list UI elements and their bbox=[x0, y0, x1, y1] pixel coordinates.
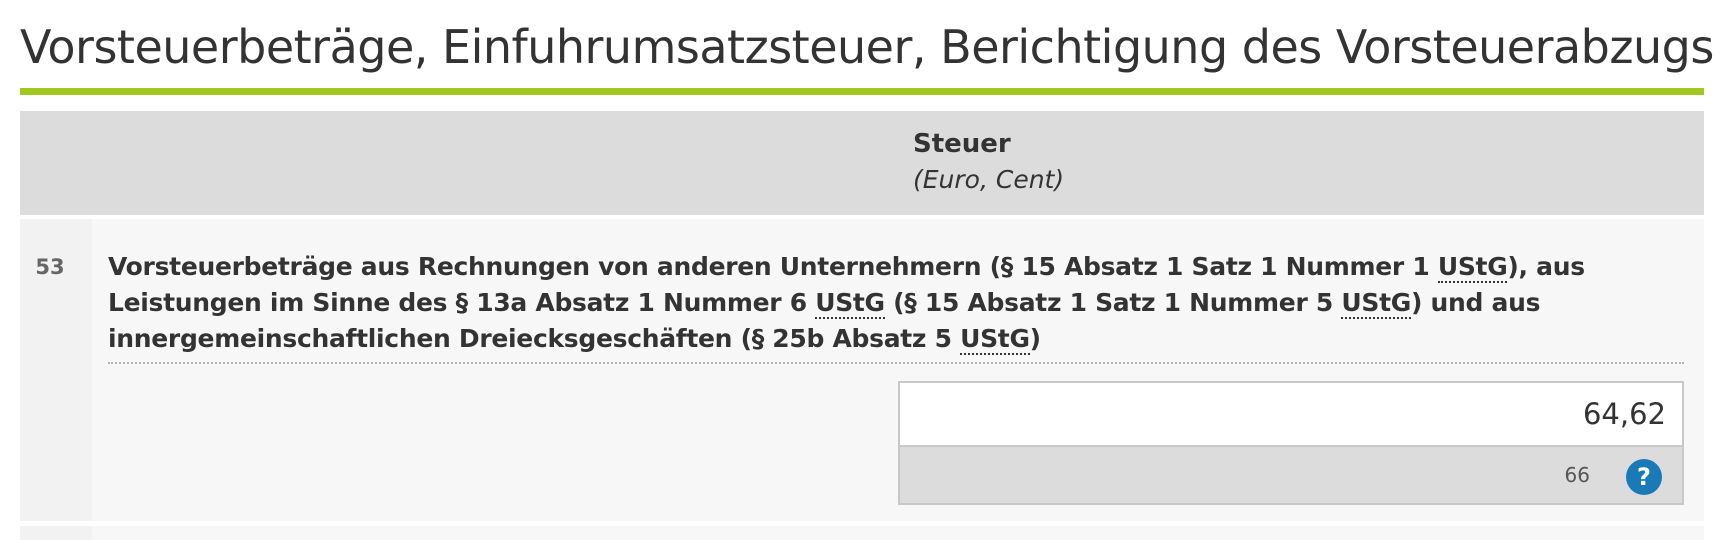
field-code: 66 bbox=[1564, 463, 1590, 487]
form-row-53: 53 Vorsteuerbeträge aus Rechnungen von a… bbox=[20, 219, 1704, 521]
column-header-unit: (Euro, Cent) bbox=[913, 165, 1065, 194]
column-header: Steuer (Euro, Cent) bbox=[20, 111, 1704, 215]
row-number-column: 53 bbox=[20, 219, 92, 521]
amount-input[interactable] bbox=[900, 383, 1682, 447]
row-number: 53 bbox=[35, 255, 65, 279]
section-title: Vorsteuerbeträge, Einfuhrumsatzsteuer, B… bbox=[20, 20, 1714, 74]
abbr-ustg[interactable]: UStG bbox=[1341, 288, 1411, 319]
amount-field: 66 ? bbox=[898, 381, 1684, 505]
abbr-ustg[interactable]: UStG bbox=[1437, 252, 1508, 283]
next-row-partial bbox=[20, 526, 1704, 540]
abbr-ustg[interactable]: UStG bbox=[815, 288, 885, 319]
row-description: Vorsteuerbeträge aus Rechnungen von ande… bbox=[108, 249, 1688, 357]
column-header-label: Steuer bbox=[913, 129, 1011, 159]
next-row-content bbox=[92, 526, 1704, 540]
page: Vorsteuerbeträge, Einfuhrumsatzsteuer, B… bbox=[0, 0, 1720, 540]
description-text: ) bbox=[1029, 324, 1041, 353]
dotted-divider bbox=[108, 362, 1684, 364]
description-text: (§ 15 Absatz 1 Satz 1 Nummer 5 bbox=[884, 288, 1342, 317]
title-rule bbox=[20, 88, 1704, 95]
description-text: Vorsteuerbeträge aus Rechnungen von ande… bbox=[108, 252, 1438, 281]
question-icon[interactable]: ? bbox=[1626, 459, 1662, 495]
abbr-ustg[interactable]: UStG bbox=[960, 324, 1030, 355]
row-content: Vorsteuerbeträge aus Rechnungen von ande… bbox=[92, 219, 1704, 521]
